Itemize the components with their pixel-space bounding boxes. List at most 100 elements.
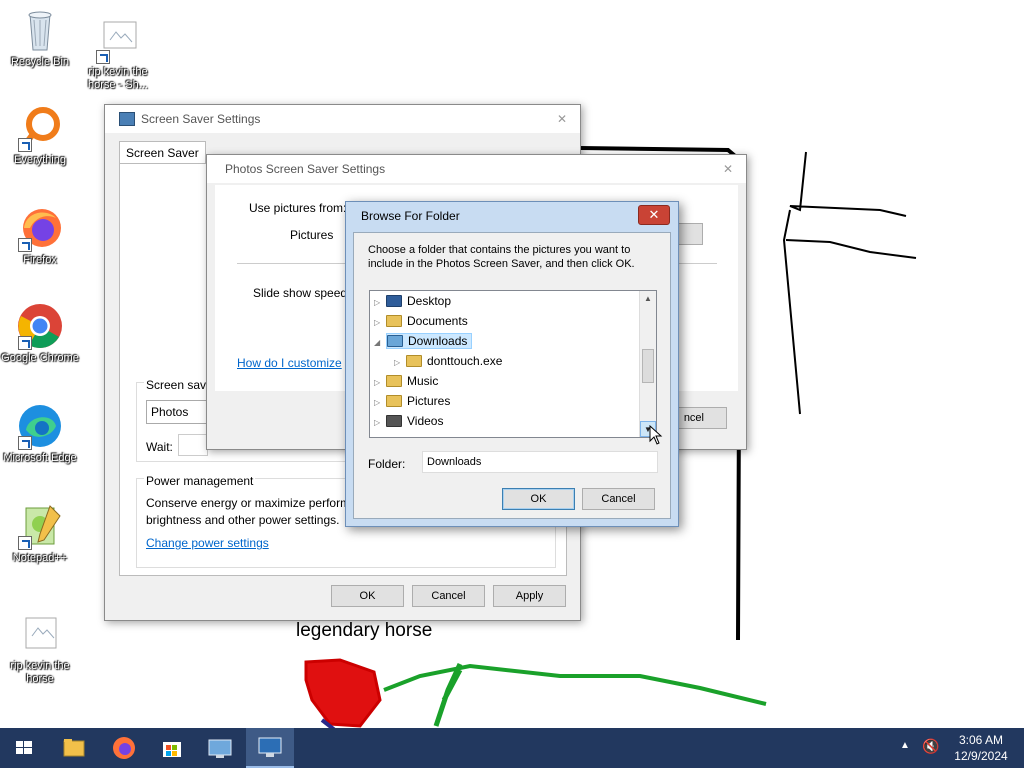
chrome-icon bbox=[16, 302, 64, 350]
taskbar: ▲ 🔇 3:06 AM 12/9/2024 bbox=[0, 728, 1024, 768]
wait-label: Wait: bbox=[146, 440, 173, 454]
tab-label: Screen Saver bbox=[126, 146, 199, 160]
everything-icon bbox=[16, 104, 64, 152]
taskbar-screen-saver[interactable] bbox=[246, 728, 294, 768]
tree-label: Desktop bbox=[407, 294, 452, 308]
control-panel-icon bbox=[208, 739, 232, 758]
desktop-icon-label: Google Chrome bbox=[1, 352, 79, 364]
folder-icon bbox=[386, 375, 402, 387]
desktop-icon-firefox[interactable]: Firefox bbox=[0, 204, 80, 267]
browse-titlebar[interactable]: Browse For Folder bbox=[346, 202, 678, 230]
desktop-icon-notepadpp[interactable]: Notepad++ bbox=[0, 502, 80, 565]
show-hidden-icons[interactable]: ▲ bbox=[900, 740, 910, 751]
expand-icon[interactable]: ▷ bbox=[374, 313, 386, 333]
desktop-icon-everything[interactable]: Everything bbox=[0, 104, 80, 167]
desktop-icon-edge[interactable]: Microsoft Edge bbox=[0, 402, 80, 465]
start-button[interactable] bbox=[8, 732, 40, 764]
tree-item-pictures[interactable]: ▷ Pictures bbox=[374, 391, 450, 411]
firefox-icon bbox=[113, 737, 135, 759]
folder-input[interactable]: Downloads bbox=[422, 451, 658, 473]
desktop-icon-rip-kevin[interactable]: rip kevin the horse bbox=[0, 610, 80, 686]
browse-button-partial[interactable] bbox=[675, 223, 703, 245]
screen-saver-titlebar[interactable]: Screen Saver Settings ✕ bbox=[105, 105, 580, 133]
ok-button[interactable]: OK bbox=[502, 488, 575, 510]
tree-item-donttouch[interactable]: ▷ donttouch.exe bbox=[394, 351, 502, 371]
folder-value: Downloads bbox=[427, 456, 482, 468]
customize-link[interactable]: How do I customize bbox=[237, 356, 342, 370]
tree-scrollbar[interactable]: ▲ ▼ bbox=[639, 291, 656, 437]
taskbar-file-explorer[interactable] bbox=[58, 732, 90, 764]
tree-item-desktop[interactable]: ▷ Desktop bbox=[374, 291, 451, 311]
cancel-button[interactable]: Cancel bbox=[412, 585, 485, 607]
desktop-icon-recycle-bin[interactable]: Recycle Bin bbox=[0, 6, 80, 69]
window-title: Screen Saver Settings bbox=[141, 112, 261, 126]
expand-icon[interactable]: ▷ bbox=[374, 293, 386, 313]
close-icon[interactable]: ✕ bbox=[638, 205, 670, 225]
expand-icon[interactable]: ▷ bbox=[374, 413, 386, 433]
tree-label: Documents bbox=[407, 314, 468, 328]
tree-label: donttouch.exe bbox=[427, 354, 503, 368]
tree-item-videos[interactable]: ▷ Videos bbox=[374, 411, 443, 431]
desktop-icon-label: rip kevin the horse bbox=[10, 660, 70, 685]
file-explorer-icon bbox=[63, 739, 85, 757]
change-power-settings-link[interactable]: Change power settings bbox=[146, 536, 269, 550]
taskbar-store[interactable] bbox=[156, 732, 188, 764]
cancel-label: ncel bbox=[683, 412, 704, 424]
desktop-icon-label: rip kevin the horse - Sh... bbox=[88, 66, 148, 91]
expand-icon[interactable]: ▷ bbox=[374, 393, 386, 413]
folder-icon bbox=[406, 355, 422, 367]
tree-item-music[interactable]: ▷ Music bbox=[374, 371, 438, 391]
close-icon[interactable]: ✕ bbox=[720, 161, 736, 177]
scroll-up-icon[interactable]: ▲ bbox=[640, 291, 656, 307]
browse-for-folder-dialog[interactable]: Browse For Folder ✕ Choose a folder that… bbox=[345, 201, 679, 527]
cancel-button[interactable]: Cancel bbox=[582, 488, 655, 510]
expand-icon[interactable]: ▷ bbox=[394, 353, 406, 373]
power-text-1: Conserve energy or maximize perform bbox=[146, 496, 351, 510]
taskbar-firefox[interactable] bbox=[108, 732, 140, 764]
photos-titlebar[interactable]: Photos Screen Saver Settings ✕ bbox=[207, 155, 746, 183]
tree-item-downloads[interactable]: ◢ Downloads bbox=[374, 331, 473, 353]
folder-icon bbox=[386, 415, 402, 427]
ok-button[interactable]: OK bbox=[331, 585, 404, 607]
image-file-icon bbox=[94, 16, 142, 64]
apply-button[interactable]: Apply bbox=[493, 585, 566, 607]
windows-logo-icon bbox=[16, 741, 32, 754]
tab-screen-saver[interactable]: Screen Saver bbox=[119, 141, 206, 164]
desktop-icon-rip-kevin-shortcut[interactable]: rip kevin the horse - Sh... bbox=[78, 16, 158, 92]
firefox-icon bbox=[16, 204, 64, 252]
tree-label: Pictures bbox=[407, 394, 451, 408]
scroll-thumb[interactable] bbox=[642, 349, 654, 383]
desktop-icon-label: Everything bbox=[14, 154, 66, 166]
shortcut-arrow-icon bbox=[18, 238, 32, 252]
power-group-label: Power management bbox=[144, 474, 256, 488]
shortcut-arrow-icon bbox=[18, 336, 32, 350]
tree-label: Downloads bbox=[408, 334, 468, 348]
drawing-caption: legendary horse bbox=[296, 620, 433, 641]
desktop-icon-label: Microsoft Edge bbox=[3, 452, 77, 464]
downloads-folder-icon bbox=[387, 335, 403, 347]
folder-icon bbox=[386, 395, 402, 407]
clock-time: 3:06 AM bbox=[958, 733, 1004, 747]
selected-saver: Photos bbox=[151, 405, 189, 419]
browse-body: Choose a folder that contains the pictur… bbox=[353, 232, 671, 519]
folder-tree[interactable]: ▷ Desktop ▷ Documents ◢ Downloads ▷ donttouc… bbox=[369, 290, 657, 438]
slide-speed-label: Slide show speed: bbox=[253, 286, 351, 300]
notepadpp-icon bbox=[16, 502, 64, 550]
shortcut-arrow-icon bbox=[18, 436, 32, 450]
tree-item-documents[interactable]: ▷ Documents bbox=[374, 311, 468, 331]
collapse-icon[interactable]: ◢ bbox=[374, 333, 386, 353]
use-pictures-label: Use pictures from: bbox=[249, 201, 347, 215]
volume-muted-icon[interactable]: 🔇 bbox=[922, 738, 939, 755]
edge-icon bbox=[16, 402, 64, 450]
pictures-label: Pictures bbox=[290, 228, 334, 242]
tree-label: Music bbox=[407, 374, 439, 388]
clock[interactable]: 3:06 AM 12/9/2024 bbox=[950, 732, 1012, 764]
close-icon[interactable]: ✕ bbox=[554, 111, 570, 127]
wait-input[interactable] bbox=[178, 434, 208, 456]
expand-icon[interactable]: ▷ bbox=[374, 373, 386, 393]
image-file-icon bbox=[16, 610, 64, 658]
tree-label: Videos bbox=[407, 414, 444, 428]
desktop-icon-label: Recycle Bin bbox=[10, 56, 70, 68]
taskbar-control-panel[interactable] bbox=[204, 732, 236, 764]
desktop-icon-chrome[interactable]: Google Chrome bbox=[0, 302, 80, 365]
